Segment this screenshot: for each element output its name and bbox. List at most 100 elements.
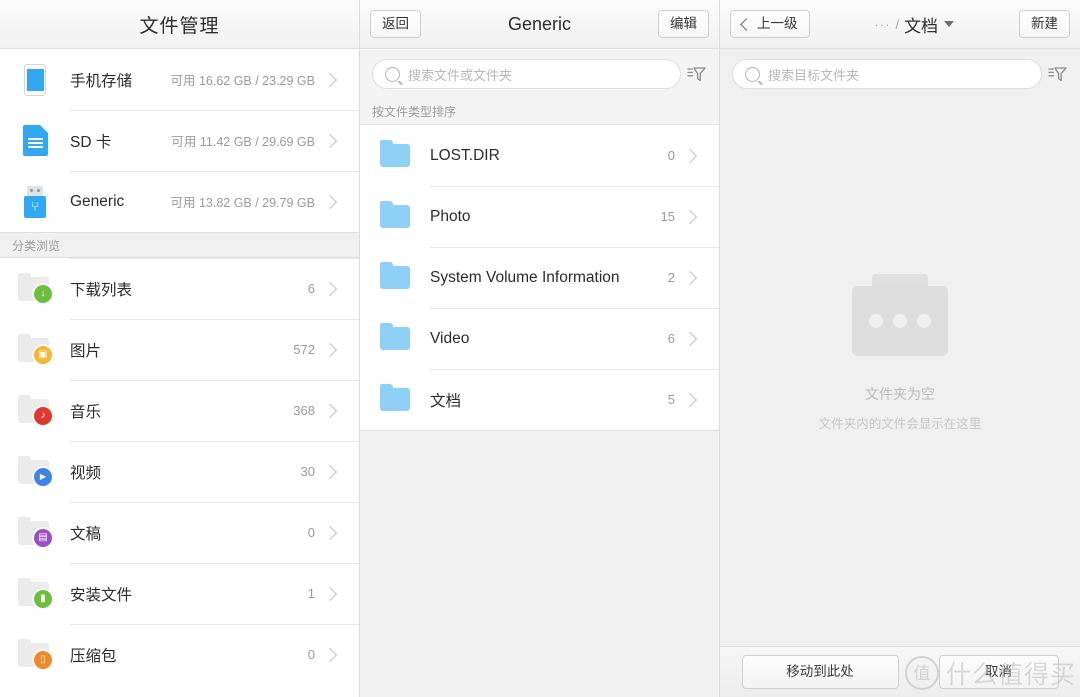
- folder-icon: [360, 262, 430, 289]
- image-glyph: ▣: [38, 348, 48, 360]
- archive-icon: ▯: [0, 638, 70, 669]
- storage-label: Generic: [70, 192, 125, 210]
- middle-panel-header: 返回 Generic 编辑: [360, 0, 719, 49]
- category-list: ↓ 下载列表 6 ▣ 图片 572 ♪ 音乐 368 ▶ 视频 30 ▤ 文稿 …: [0, 258, 359, 685]
- archive-glyph: ▯: [40, 653, 46, 665]
- folder-row[interactable]: 文档 5: [360, 369, 719, 430]
- storage-row-sdcard[interactable]: SD 卡 可用 11.42 GB / 29.69 GB: [0, 110, 359, 171]
- breadcrumb-separator: /: [895, 16, 900, 32]
- empty-state-area: 文件夹为空 文件夹内的文件会显示在这里: [720, 99, 1080, 646]
- storage-row-phone[interactable]: 手机存储 可用 16.62 GB / 23.29 GB: [0, 49, 359, 110]
- page-title: 文件管理: [139, 15, 220, 37]
- chevron-right-icon: [322, 281, 359, 296]
- up-level-button[interactable]: 上一级: [730, 10, 810, 38]
- storage-capacity: 可用 13.82 GB / 29.79 GB: [170, 196, 315, 210]
- music-icon: ♪: [0, 394, 70, 425]
- folder-name: Video: [430, 329, 470, 347]
- left-panel-header: 文件管理: [0, 0, 359, 49]
- chevron-right-icon: [322, 464, 359, 479]
- edit-button[interactable]: 编辑: [658, 10, 709, 38]
- chevron-down-icon: [944, 21, 955, 27]
- download-icon: ↓: [0, 272, 70, 303]
- category-count: 368: [293, 403, 315, 418]
- search-placeholder: 搜索文件或文件夹: [408, 67, 513, 83]
- chevron-left-icon: [740, 17, 753, 31]
- chevron-right-icon: [322, 194, 359, 209]
- category-label: 文稿: [70, 525, 102, 543]
- category-label: 图片: [70, 342, 102, 360]
- search-placeholder: 搜索目标文件夹: [768, 67, 860, 83]
- middle-panel: 返回 Generic 编辑 搜索文件或文件夹 按文件类型排序 LOST.DIR …: [360, 0, 720, 697]
- folder-name: System Volume Information: [430, 268, 620, 286]
- move-here-button[interactable]: 移动到此处: [741, 655, 899, 689]
- folder-name: Photo: [430, 207, 471, 225]
- breadcrumb-current: 文档: [904, 16, 939, 36]
- empty-state-title: 文件夹为空: [864, 385, 935, 402]
- search-icon: [385, 66, 400, 82]
- phone-icon: [0, 63, 70, 96]
- middle-search-bar: 搜索文件或文件夹: [360, 49, 719, 99]
- folder-name: LOST.DIR: [430, 146, 500, 164]
- category-row-downloads[interactable]: ↓ 下载列表 6: [0, 258, 359, 319]
- breadcrumb-ellipsis: ···: [874, 16, 891, 32]
- sd-card-icon: [0, 125, 70, 156]
- video-icon: ▶: [0, 455, 70, 486]
- folder-row[interactable]: System Volume Information 2: [360, 247, 719, 308]
- usb-glyph: ⑂: [31, 199, 39, 214]
- category-row-documents[interactable]: ▤ 文稿 0: [0, 502, 359, 563]
- category-row-videos[interactable]: ▶ 视频 30: [0, 441, 359, 502]
- category-row-images[interactable]: ▣ 图片 572: [0, 319, 359, 380]
- back-button[interactable]: 返回: [370, 10, 421, 38]
- music-glyph: ♪: [40, 409, 46, 421]
- search-input[interactable]: 搜索文件或文件夹: [372, 59, 681, 89]
- android-icon: ▮: [0, 577, 70, 608]
- middle-panel-title: Generic: [507, 13, 572, 34]
- filter-icon[interactable]: [681, 66, 711, 83]
- download-glyph: ↓: [40, 287, 46, 299]
- section-label: 分类浏览: [12, 238, 61, 253]
- chevron-right-icon: [322, 647, 359, 662]
- category-row-archives[interactable]: ▯ 压缩包 0: [0, 624, 359, 685]
- chevron-right-icon: [682, 331, 719, 346]
- category-row-music[interactable]: ♪ 音乐 368: [0, 380, 359, 441]
- chevron-right-icon: [322, 525, 359, 540]
- left-panel: 文件管理 手机存储 可用 16.62 GB / 23.29 GB SD 卡 可用…: [0, 0, 360, 697]
- empty-folder-icon: [850, 273, 950, 356]
- sort-label: 按文件类型排序: [372, 105, 457, 119]
- storage-row-generic[interactable]: ⑂ Generic 可用 13.82 GB / 29.79 GB: [0, 171, 359, 232]
- folder-item-count: 15: [660, 209, 675, 224]
- usb-drive-icon: ⑂: [0, 185, 70, 218]
- chevron-right-icon: [682, 209, 719, 224]
- up-level-label: 上一级: [757, 16, 798, 32]
- action-bar: 移动到此处 取消 值 什么值得买: [720, 646, 1080, 697]
- folder-icon: [360, 201, 430, 228]
- storage-list: 手机存储 可用 16.62 GB / 23.29 GB SD 卡 可用 11.4…: [0, 49, 359, 232]
- category-label: 下载列表: [70, 281, 133, 299]
- folder-row[interactable]: Photo 15: [360, 186, 719, 247]
- watermark-badge-icon: 值: [904, 656, 939, 690]
- folder-icon: [360, 323, 430, 350]
- file-manager-window: 文件管理 手机存储 可用 16.62 GB / 23.29 GB SD 卡 可用…: [0, 0, 1080, 697]
- video-glyph: ▶: [39, 471, 47, 481]
- section-header-categories: 分类浏览: [0, 232, 359, 258]
- folder-row[interactable]: LOST.DIR 0: [360, 125, 719, 186]
- sort-label-bar: 按文件类型排序: [360, 99, 719, 125]
- category-row-apks[interactable]: ▮ 安装文件 1: [0, 563, 359, 624]
- android-glyph: ▮: [40, 592, 46, 604]
- folder-row[interactable]: Video 6: [360, 308, 719, 369]
- target-search-input[interactable]: 搜索目标文件夹: [732, 59, 1042, 89]
- filter-icon[interactable]: [1042, 66, 1072, 83]
- storage-capacity: 可用 16.62 GB / 23.29 GB: [170, 74, 315, 88]
- chevron-right-icon: [682, 270, 719, 285]
- folder-icon: [360, 384, 430, 411]
- category-count: 30: [300, 464, 315, 479]
- chevron-right-icon: [322, 403, 359, 418]
- chevron-right-icon: [682, 392, 719, 407]
- folder-icon: [360, 140, 430, 167]
- breadcrumb[interactable]: ··· / 文档: [810, 12, 1020, 37]
- right-panel: 上一级 ··· / 文档 新建 搜索目标文件夹 文件夹为空 文件夹内的文件会显示…: [720, 0, 1080, 697]
- cancel-button[interactable]: 取消: [938, 655, 1059, 689]
- category-label: 安装文件: [70, 586, 133, 604]
- new-button[interactable]: 新建: [1019, 10, 1070, 38]
- right-panel-header: 上一级 ··· / 文档 新建: [720, 0, 1080, 49]
